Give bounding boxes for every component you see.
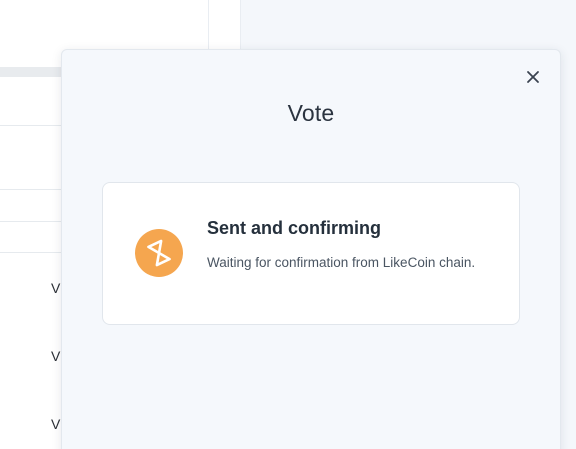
background-row-text: V — [51, 416, 61, 432]
transaction-status-card: Sent and confirming Waiting for confirma… — [102, 182, 520, 325]
background-row-text: V — [51, 348, 61, 364]
vote-dialog: Vote Sent and confirming Waiting for con… — [61, 49, 561, 449]
hourglass-icon — [135, 229, 183, 277]
page: V V V Vote Sent and confirming Waiting f… — [0, 0, 576, 449]
dialog-title: Vote — [287, 100, 335, 126]
status-title: Sent and confirming — [207, 218, 382, 238]
close-icon — [527, 71, 539, 83]
status-description: Waiting for confirmation from LikeCoin c… — [207, 255, 476, 270]
background-row-text: V — [51, 280, 61, 296]
close-button[interactable] — [524, 68, 542, 86]
